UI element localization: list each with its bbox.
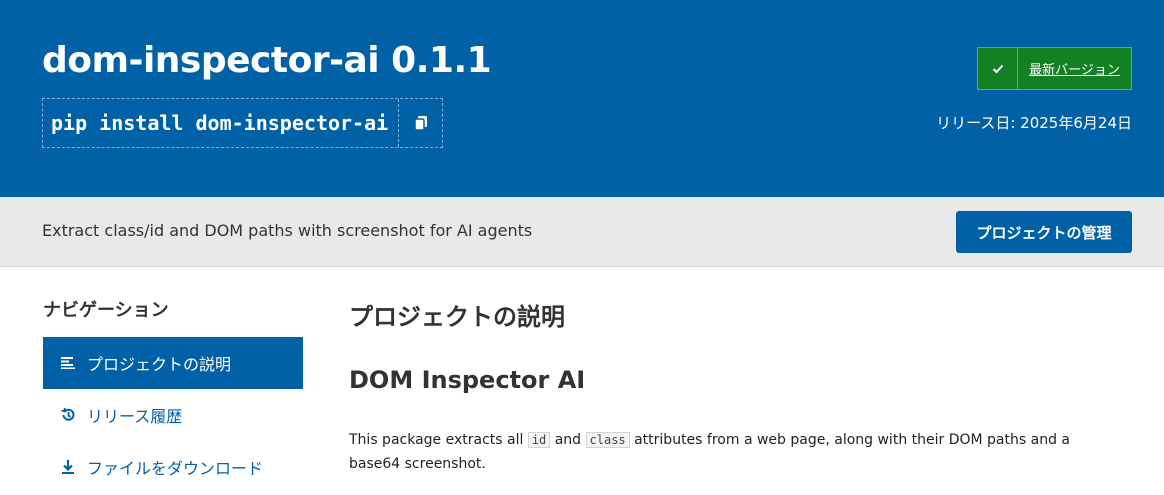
navigation-heading: ナビゲーション (43, 300, 169, 321)
readme-title: DOM Inspector AI (349, 366, 586, 394)
pip-command[interactable]: pip install dom-inspector-ai (43, 99, 398, 147)
manage-project-button[interactable]: プロジェクトの管理 (956, 211, 1132, 253)
nav-item-download-files[interactable]: ファイルをダウンロード (43, 441, 303, 493)
latest-version-link[interactable]: 最新バージョン (1018, 48, 1131, 89)
package-summary: Extract class/id and DOM paths with scre… (42, 221, 533, 240)
download-icon (59, 458, 77, 476)
copy-button[interactable] (398, 99, 442, 147)
nav-item-label: リリース履歴 (87, 407, 183, 426)
latest-version-badge[interactable]: 最新バージョン (977, 47, 1132, 90)
project-header: dom-inspector-ai 0.1.1 pip install dom-i… (0, 0, 1164, 197)
paragraph-text: This package extracts all (349, 432, 528, 448)
code-class: class (585, 432, 630, 448)
readme-paragraph: This package extracts all id and class a… (349, 428, 1089, 476)
nav-item-label: ファイルをダウンロード (87, 459, 264, 478)
history-icon (59, 406, 77, 424)
description-heading: プロジェクトの説明 (349, 303, 565, 331)
pip-install-box: pip install dom-inspector-ai (42, 98, 444, 148)
nav-item-description[interactable]: プロジェクトの説明 (43, 337, 303, 389)
summary-bar: Extract class/id and DOM paths with scre… (0, 197, 1164, 267)
nav-item-label: プロジェクトの説明 (87, 355, 232, 374)
align-left-icon (59, 354, 77, 372)
release-date: リリース日: 2025年6月24日 (936, 114, 1132, 132)
paragraph-text: and (550, 432, 586, 448)
check-icon (978, 48, 1018, 89)
copy-icon (413, 116, 427, 131)
package-title: dom-inspector-ai 0.1.1 (42, 40, 492, 81)
nav-item-release-history[interactable]: リリース履歴 (43, 389, 303, 441)
code-id: id (527, 432, 551, 448)
